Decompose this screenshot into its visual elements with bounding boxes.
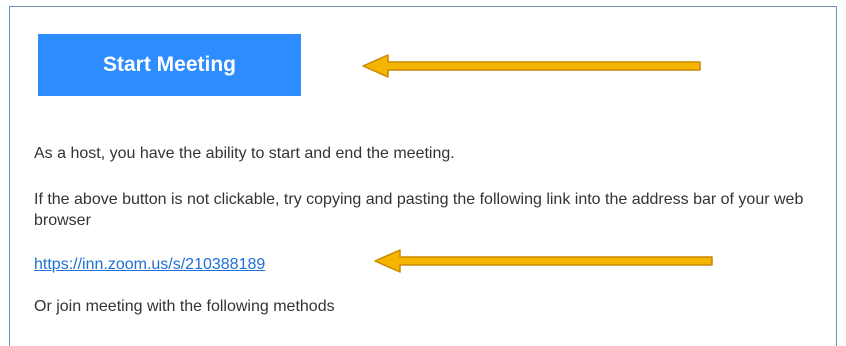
start-meeting-button[interactable]: Start Meeting — [38, 34, 301, 96]
meeting-link[interactable]: https://inn.zoom.us/s/210388189 — [34, 256, 265, 274]
host-description-text: As a host, you have the ability to start… — [34, 145, 455, 162]
left-arrow-icon — [362, 54, 701, 78]
fallback-instructions-text: If the above button is not clickable, tr… — [34, 191, 804, 229]
join-methods-text: Or join meeting with the following metho… — [34, 298, 335, 315]
left-arrow-icon — [374, 249, 713, 273]
